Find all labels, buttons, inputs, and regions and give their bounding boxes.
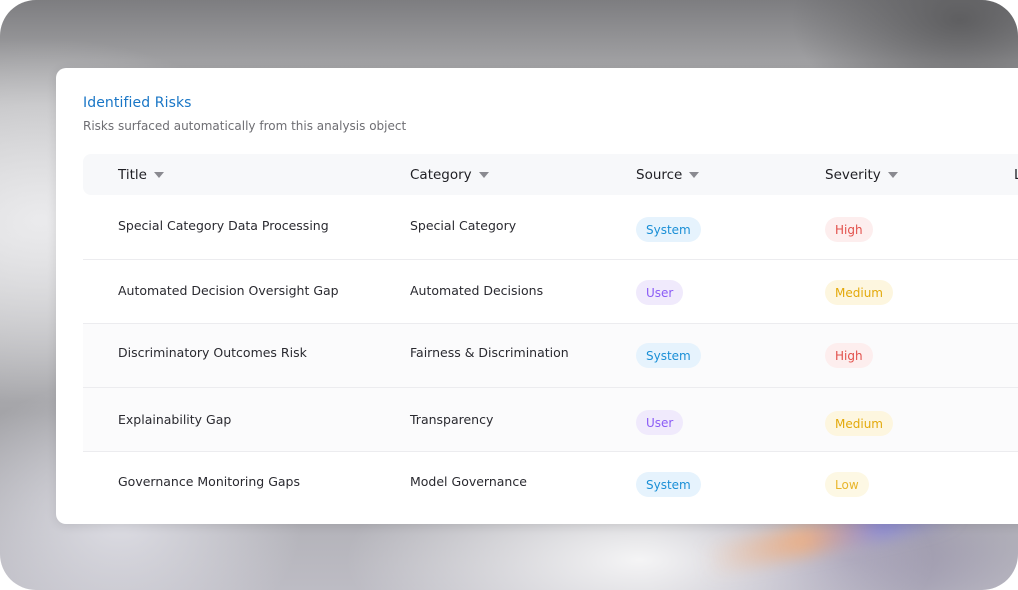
severity-badge: High [825, 343, 873, 368]
risk-title: Explainability Gap [118, 412, 232, 427]
column-header-source-label: Source [636, 166, 683, 183]
severity-badge: Medium [825, 280, 893, 305]
risk-title: Automated Decision Oversight Gap [118, 283, 339, 298]
severity-badge: High [825, 217, 873, 242]
panel-title: Identified Risks [83, 95, 192, 111]
panel-subtitle: Risks surfaced automatically from this a… [83, 119, 407, 133]
source-badge: User [636, 280, 684, 305]
column-header-title[interactable]: Title [118, 154, 164, 195]
risk-category: Fairness & Discrimination [410, 345, 569, 360]
column-header-source[interactable]: Source [636, 154, 700, 195]
table-row[interactable]: Governance Monitoring Gaps Model Governa… [83, 452, 1018, 514]
source-badge: System [636, 472, 701, 497]
severity-badge: Low [825, 472, 869, 497]
table-row[interactable]: Automated Decision Oversight Gap Automat… [83, 260, 1018, 324]
background-frame: Identified Risks Risks surfaced automati… [0, 0, 1018, 590]
caret-down-icon[interactable] [689, 171, 700, 178]
column-header-title-label: Title [118, 166, 147, 183]
source-badge: User [636, 410, 684, 435]
caret-down-icon[interactable] [478, 171, 489, 178]
risk-title: Special Category Data Processing [118, 218, 329, 233]
table-row[interactable]: Special Category Data Processing Special… [83, 195, 1018, 260]
column-header-partial-label: L [1014, 166, 1018, 183]
risk-title: Discriminatory Outcomes Risk [118, 345, 307, 360]
column-header-category-label: Category [410, 166, 472, 183]
column-header-severity[interactable]: Severity [825, 154, 898, 195]
table-row[interactable]: Explainability Gap Transparency User Med… [83, 388, 1018, 452]
caret-down-icon[interactable] [153, 171, 164, 178]
caret-down-icon[interactable] [887, 171, 898, 178]
column-header-category[interactable]: Category [410, 154, 489, 195]
risk-category: Special Category [410, 218, 517, 233]
severity-badge: Medium [825, 411, 893, 436]
risk-category: Model Governance [410, 474, 527, 489]
identified-risks-panel: Identified Risks Risks surfaced automati… [56, 68, 1018, 524]
risk-category: Automated Decisions [410, 283, 544, 298]
table-header: Title Category Source Severity L [83, 154, 1018, 195]
column-header-severity-label: Severity [825, 166, 881, 183]
source-badge: System [636, 343, 701, 368]
source-badge: System [636, 217, 701, 242]
column-header-partial[interactable]: L [1014, 154, 1018, 195]
table-row[interactable]: Discriminatory Outcomes Risk Fairness & … [83, 324, 1018, 388]
risk-title: Governance Monitoring Gaps [118, 474, 300, 489]
risk-category: Transparency [410, 412, 494, 427]
